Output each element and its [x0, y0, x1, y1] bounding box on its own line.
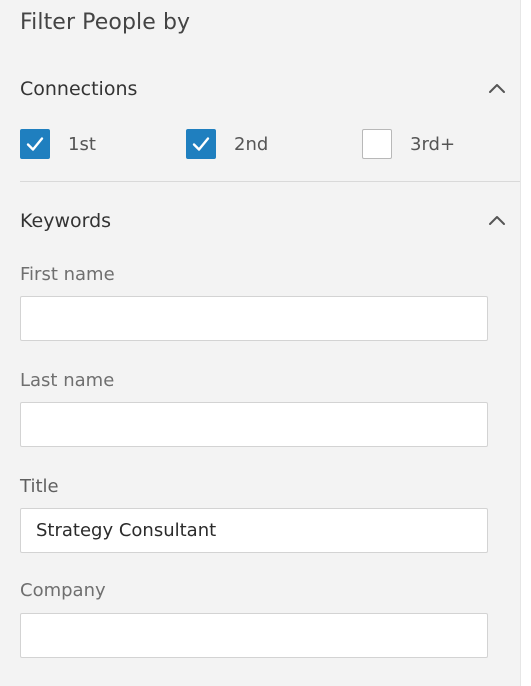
connections-section-header[interactable]: Connections [20, 74, 508, 104]
connections-checkbox-group: 1st 2nd 3rd+ [20, 129, 500, 161]
checkbox-label: 3rd+ [410, 133, 456, 155]
checkbox-label: 1st [68, 133, 96, 155]
checkmark-icon [192, 137, 210, 151]
company-input[interactable] [20, 613, 488, 658]
first-name-label: First name [20, 264, 115, 285]
checkbox-checked[interactable] [186, 129, 216, 159]
checkbox-checked[interactable] [20, 129, 50, 159]
section-divider [20, 181, 520, 182]
company-label: Company [20, 580, 106, 601]
keywords-section-header[interactable]: Keywords [20, 206, 508, 236]
connections-section-title: Connections [20, 78, 138, 100]
connection-2nd-checkbox[interactable]: 2nd [186, 129, 268, 159]
chevron-up-icon[interactable] [486, 210, 508, 232]
keywords-section-title: Keywords [20, 210, 112, 232]
last-name-label: Last name [20, 370, 115, 391]
first-name-input[interactable] [20, 296, 488, 341]
checkbox-label: 2nd [234, 133, 269, 155]
title-label: Title [20, 476, 59, 497]
chevron-up-icon[interactable] [486, 78, 508, 100]
filter-panel: Filter People by Connections 1st 2nd 3rd… [0, 0, 521, 686]
last-name-input[interactable] [20, 402, 488, 447]
connection-3rd-checkbox[interactable]: 3rd+ [362, 129, 455, 159]
title-input[interactable] [20, 508, 488, 553]
connection-1st-checkbox[interactable]: 1st [20, 129, 96, 159]
checkbox-unchecked[interactable] [362, 129, 392, 159]
checkmark-icon [26, 137, 44, 151]
panel-title: Filter People by [20, 10, 191, 35]
